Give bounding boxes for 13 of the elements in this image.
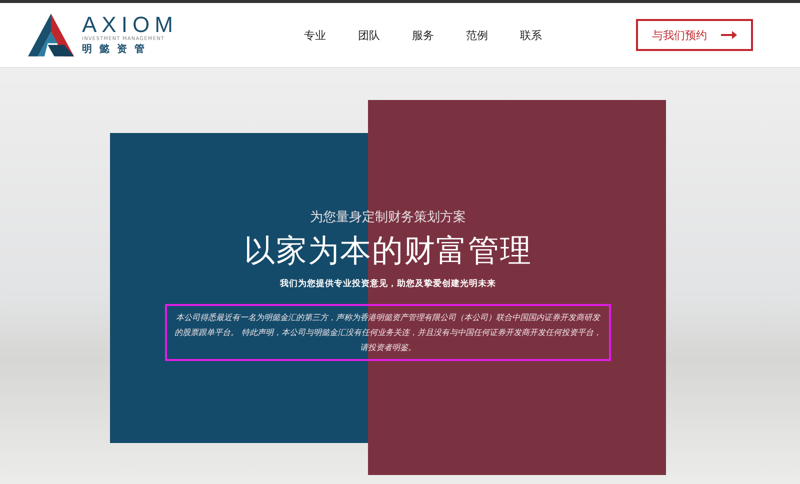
appointment-button[interactable]: 与我们预约 [636, 19, 753, 51]
nav-link[interactable]: 专业 [304, 28, 326, 42]
hero-title: 以家为本的财富管理 [244, 232, 532, 271]
logo-wordmark: AXIOM [82, 14, 178, 36]
arrow-right-icon [721, 31, 737, 39]
nav-link[interactable]: 范例 [466, 28, 488, 42]
nav-link[interactable]: 联系 [520, 28, 542, 42]
highlighted-notice: 本公司得悉最近有一名为明懿金汇的第三方，声称为香港明懿资产管理有限公司（本公司）联合中国国内证券开发商研发的股票跟单平台。 特此声明，本公司与明懿金汇没有任何业务关连，并且没有与中国任何证券开发商开发任何投资平台，请投资者明鉴。 [165, 304, 611, 361]
hero-tagline: 我们为您提供专业投资意见，助您及挚爱创建光明未来 [280, 278, 496, 290]
logo-icon [26, 12, 76, 58]
nav-link[interactable]: 服务 [412, 28, 434, 42]
nav-link[interactable]: 团队 [358, 28, 380, 42]
logo-chinese-name: 明 懿 资 管 [82, 43, 148, 56]
